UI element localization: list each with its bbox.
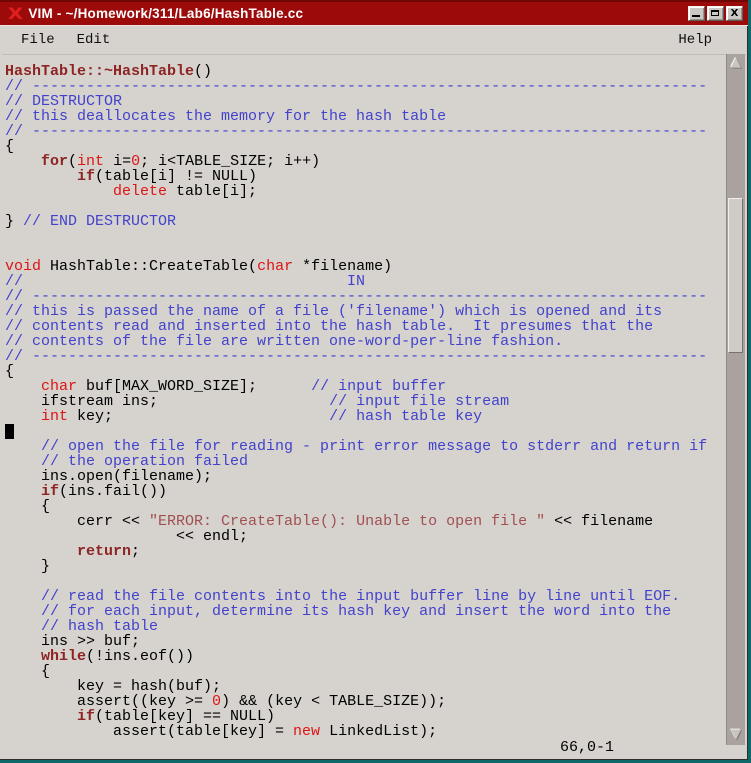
code-segment: return bbox=[77, 543, 131, 560]
code-segment: // -------------------------------------… bbox=[5, 123, 707, 140]
code-segment: // -------------------------------------… bbox=[5, 348, 707, 365]
code-line[interactable]: while(!ins.eof()) bbox=[5, 649, 724, 664]
code-segment: new bbox=[293, 723, 320, 740]
code-line[interactable] bbox=[5, 424, 724, 439]
code-segment: } bbox=[5, 213, 23, 230]
window-controls: X bbox=[688, 6, 748, 21]
code-segment bbox=[5, 408, 41, 425]
code-segment: key; bbox=[68, 408, 329, 425]
code-line[interactable]: // hash table bbox=[5, 619, 724, 634]
code-line[interactable]: // this is passed the name of a file ('f… bbox=[5, 304, 724, 319]
code-segment: assert(table[key] = bbox=[5, 723, 293, 740]
scroll-down-icon[interactable]: ▼ bbox=[727, 727, 745, 743]
code-segment: ; bbox=[131, 543, 140, 560]
code-segment: (ins.fail()) bbox=[59, 483, 167, 500]
vim-window: X VIM - ~/Homework/311/Lab6/HashTable.cc… bbox=[0, 0, 748, 760]
code-line[interactable]: // -------------------------------------… bbox=[5, 349, 724, 364]
code-line[interactable]: int key; // hash table key bbox=[5, 409, 724, 424]
code-segment: int bbox=[41, 408, 68, 425]
scroll-up-icon[interactable]: ▲ bbox=[727, 55, 745, 71]
code-line[interactable]: // IN bbox=[5, 274, 724, 289]
code-line[interactable]: if(table[i] != NULL) bbox=[5, 169, 724, 184]
code-line[interactable]: assert(table[key] = new LinkedList); bbox=[5, 724, 724, 739]
window-title: VIM - ~/Homework/311/Lab6/HashTable.cc bbox=[28, 6, 303, 21]
menu-item-help[interactable]: Help bbox=[672, 28, 718, 52]
code-line[interactable]: if(table[key] == NULL) bbox=[5, 709, 724, 724]
code-segment bbox=[5, 183, 113, 200]
window-titlebar[interactable]: X VIM - ~/Homework/311/Lab6/HashTable.cc… bbox=[0, 0, 748, 26]
code-line[interactable]: } // END DESTRUCTOR bbox=[5, 214, 724, 229]
code-line[interactable]: { bbox=[5, 364, 724, 379]
code-line[interactable]: ins >> buf; bbox=[5, 634, 724, 649]
status-ruler: 66,0-1 bbox=[560, 740, 614, 755]
scrollbar-thumb[interactable] bbox=[728, 198, 743, 353]
maximize-button[interactable] bbox=[707, 6, 724, 21]
code-segment: // hash table key bbox=[329, 408, 482, 425]
code-line[interactable]: assert((key >= 0) && (key < TABLE_SIZE))… bbox=[5, 694, 724, 709]
code-line[interactable]: { bbox=[5, 664, 724, 679]
code-segment: (!ins.eof()) bbox=[86, 648, 194, 665]
code-line[interactable]: } bbox=[5, 559, 724, 574]
code-line[interactable]: // -------------------------------------… bbox=[5, 79, 724, 94]
code-line[interactable]: { bbox=[5, 139, 724, 154]
code-line[interactable]: delete table[i]; bbox=[5, 184, 724, 199]
code-line[interactable]: // for each input, determine its hash ke… bbox=[5, 604, 724, 619]
minimize-icon bbox=[692, 15, 700, 17]
code-line[interactable]: { bbox=[5, 499, 724, 514]
code-line[interactable]: char buf[MAX_WORD_SIZE]; // input buffer bbox=[5, 379, 724, 394]
menu-item-edit[interactable]: Edit bbox=[66, 28, 122, 52]
code-line[interactable]: // this deallocates the memory for the h… bbox=[5, 109, 724, 124]
code-line[interactable] bbox=[5, 199, 724, 214]
x11-logo-icon: X bbox=[0, 6, 32, 22]
code-segment: table[i]; bbox=[167, 183, 257, 200]
code-segment: delete bbox=[113, 183, 167, 200]
code-line[interactable]: void HashTable::CreateTable(char *filena… bbox=[5, 259, 724, 274]
code-line[interactable]: // open the file for reading - print err… bbox=[5, 439, 724, 454]
code-line[interactable]: // contents read and inserted into the h… bbox=[5, 319, 724, 334]
menu-item-file[interactable]: File bbox=[10, 28, 66, 52]
text-cursor bbox=[5, 424, 14, 439]
code-segment: << filename bbox=[545, 513, 653, 530]
close-icon: X bbox=[731, 9, 739, 19]
code-line[interactable]: // -------------------------------------… bbox=[5, 124, 724, 139]
code-line[interactable] bbox=[5, 244, 724, 259]
code-line[interactable] bbox=[5, 229, 724, 244]
code-line[interactable]: // the operation failed bbox=[5, 454, 724, 469]
maximize-icon bbox=[711, 10, 719, 16]
code-line[interactable]: // contents of the file are written one-… bbox=[5, 334, 724, 349]
code-segment: } bbox=[5, 558, 50, 575]
code-segment: // END DESTRUCTOR bbox=[23, 213, 176, 230]
code-line[interactable]: // -------------------------------------… bbox=[5, 289, 724, 304]
code-line[interactable]: << endl; bbox=[5, 529, 724, 544]
scrollbar-track[interactable]: ▲ ▼ bbox=[726, 54, 745, 745]
minimize-button[interactable] bbox=[688, 6, 705, 21]
code-line[interactable] bbox=[5, 574, 724, 589]
code-line[interactable]: ins.open(filename); bbox=[5, 469, 724, 484]
code-segment: LinkedList); bbox=[320, 723, 437, 740]
code-line[interactable]: HashTable::~HashTable() bbox=[5, 64, 724, 79]
code-line[interactable]: key = hash(buf); bbox=[5, 679, 724, 694]
code-line[interactable]: ifstream ins; // input file stream bbox=[5, 394, 724, 409]
code-line[interactable]: cerr << "ERROR: CreateTable(): Unable to… bbox=[5, 514, 724, 529]
code-line[interactable]: // DESTRUCTOR bbox=[5, 94, 724, 109]
code-line[interactable]: return; bbox=[5, 544, 724, 559]
code-line[interactable]: // read the file contents into the input… bbox=[5, 589, 724, 604]
menu-bar: File Edit Help bbox=[2, 26, 746, 55]
code-area[interactable]: HashTable::~HashTable()// --------------… bbox=[0, 54, 724, 752]
close-button[interactable]: X bbox=[726, 6, 743, 21]
code-line[interactable]: if(ins.fail()) bbox=[5, 484, 724, 499]
code-line[interactable]: for(int i=0; i<TABLE_SIZE; i++) bbox=[5, 154, 724, 169]
